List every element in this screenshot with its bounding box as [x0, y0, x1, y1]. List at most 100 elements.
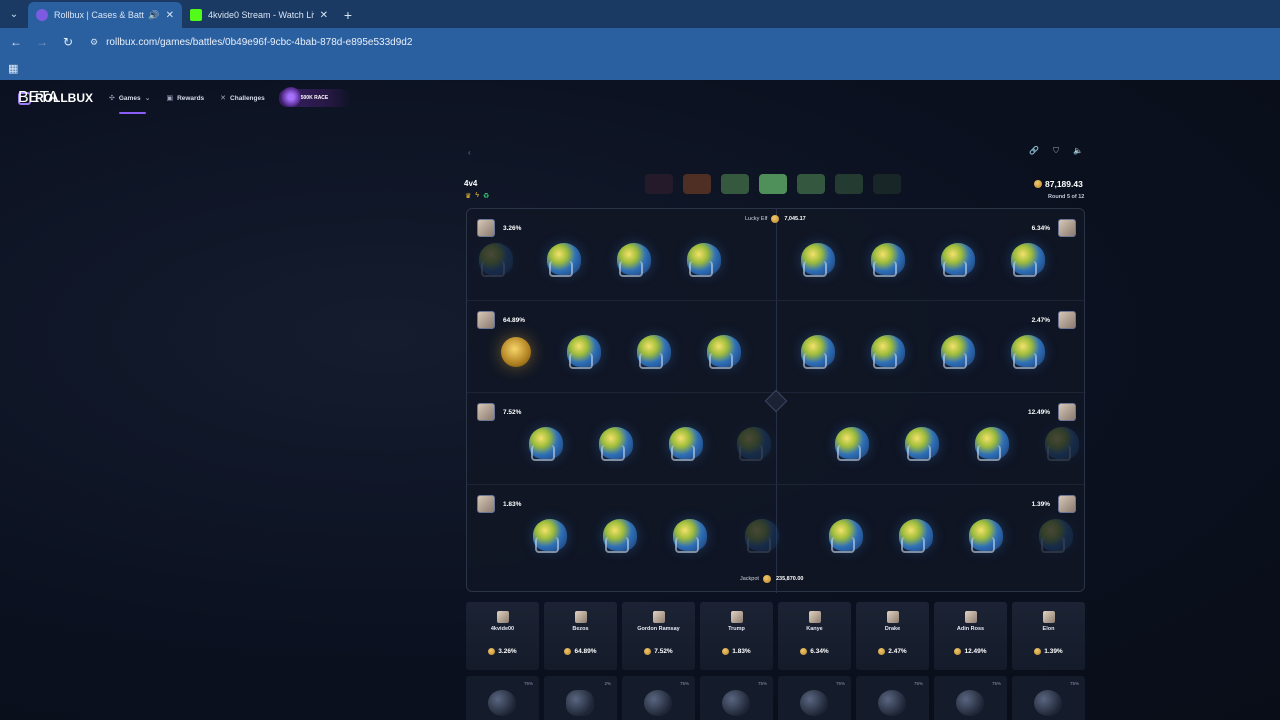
helmet-item-icon	[941, 243, 975, 277]
pct-value: 1.83%	[732, 648, 751, 655]
player-pct: 64.89%	[503, 316, 526, 324]
sound-icon[interactable]: 🔈	[1070, 146, 1086, 158]
nav-rewards[interactable]: ▣ Rewards	[166, 80, 204, 116]
nav-rewards-label: Rewards	[177, 94, 205, 102]
drop-odds: 2%	[604, 681, 611, 686]
player-card[interactable]: Drake 2.47%	[856, 602, 929, 670]
reload-icon[interactable]: ↻	[56, 30, 80, 54]
nav-challenges[interactable]: ✕ Challenges	[220, 80, 265, 116]
drop-card[interactable]: 75%	[934, 676, 1007, 720]
drop-card[interactable]: 75%	[856, 676, 929, 720]
helmet-item-icon	[871, 335, 905, 369]
drop-odds: 75%	[913, 681, 923, 686]
player-card[interactable]: 4kvide00 3.26%	[466, 602, 539, 670]
drop-card[interactable]: 75%	[466, 676, 539, 720]
race-banner[interactable]: 500K RACE	[278, 87, 351, 107]
back-chevron-icon[interactable]: ‹	[468, 148, 471, 157]
rollbux-page: ROLLBUX BETA ✣ Games ⌄ ▣ Rewards ✕ Chall…	[0, 80, 1280, 720]
nav-challenges-label: Challenges	[230, 94, 265, 102]
avatar[interactable]	[1058, 403, 1076, 421]
item-icon	[566, 690, 594, 716]
race-label: 500K RACE	[300, 95, 329, 101]
drop-cards: 75% 2% 75% 75% 75% 75% 75% 75%	[466, 676, 1085, 720]
pct-value: 7.52%	[654, 648, 673, 655]
helmet-item-icon	[533, 519, 567, 553]
avatar[interactable]	[1058, 311, 1076, 329]
site-info-icon[interactable]: ⚙	[90, 37, 98, 48]
avatar[interactable]	[477, 311, 495, 329]
speaker-icon[interactable]: 🔊	[148, 10, 159, 21]
forward-arrow-icon[interactable]: →	[30, 30, 54, 54]
player-name: Drake	[884, 626, 901, 632]
drop-card[interactable]: 75%	[778, 676, 851, 720]
player-cards: 4kvide00 3.26% Bezos 64.89% Gordon Ramsay 7…	[466, 602, 1085, 670]
avatar[interactable]	[477, 219, 495, 237]
close-tab-icon[interactable]: ✕	[320, 10, 328, 21]
player-card-pct: 6.34%	[800, 648, 829, 655]
player-card[interactable]: Elon 1.39%	[1012, 602, 1085, 670]
avatar	[574, 611, 587, 623]
player-left: 64.89%	[477, 311, 525, 329]
helmet-item-icon	[801, 243, 835, 277]
nav-games[interactable]: ✣ Games ⌄	[109, 80, 150, 116]
helmet-item-icon	[956, 690, 984, 716]
coin-icon	[1034, 648, 1042, 655]
helmet-item-icon	[801, 335, 835, 369]
helmet-item-icon	[878, 690, 906, 716]
helmet-item-icon	[1045, 427, 1079, 461]
helmet-item-icon	[547, 243, 581, 277]
pct-value: 1.39%	[1044, 648, 1063, 655]
apps-grid-icon[interactable]: ▦	[8, 62, 18, 75]
drop-card[interactable]: 75%	[622, 676, 695, 720]
jackpot-value: 235,870.00	[775, 576, 804, 582]
player-name: Trump	[728, 626, 745, 632]
helmet-item-icon	[599, 427, 633, 461]
helmet-item-icon	[745, 519, 779, 553]
shield-icon[interactable]: ⛉	[1048, 146, 1064, 158]
close-tab-icon[interactable]: ✕	[166, 10, 174, 21]
drop-card[interactable]: 75%	[700, 676, 773, 720]
helmet-item-icon	[829, 519, 863, 553]
tab-search-icon[interactable]: ⌄	[0, 0, 28, 28]
player-card[interactable]: Bezos 64.89%	[544, 602, 617, 670]
jackpot-label: Jackpot	[740, 576, 759, 582]
back-arrow-icon[interactable]: ←	[4, 30, 28, 54]
coin-icon	[762, 575, 771, 583]
drop-card[interactable]: 75%	[1012, 676, 1085, 720]
new-tab-button[interactable]: +	[336, 2, 360, 28]
battle-row: 64.89% 2.47%	[467, 301, 1086, 393]
drop-card[interactable]: 2%	[544, 676, 617, 720]
player-card[interactable]: Adin Ross 12.49%	[934, 602, 1007, 670]
avatar[interactable]	[1058, 219, 1076, 237]
player-right: 12.49%	[1028, 403, 1076, 421]
player-card[interactable]: Kanye 6.34%	[778, 602, 851, 670]
avatar[interactable]	[477, 403, 495, 421]
rollbux-favicon-icon	[36, 9, 48, 21]
drop-odds: 75%	[757, 681, 767, 686]
reel	[467, 427, 1086, 467]
tab-kick-stream[interactable]: 4kvide0 Stream - Watch Live on ✕	[182, 2, 336, 28]
avatar	[730, 611, 743, 623]
avatar[interactable]	[1058, 495, 1076, 513]
coin-icon	[1034, 180, 1042, 188]
url-field[interactable]: ⚙ rollbux.com/games/battles/0b49e96f-9cb…	[90, 37, 412, 48]
coin-icon	[644, 648, 652, 655]
player-pct: 12.49%	[1027, 408, 1050, 416]
tab-rollbux[interactable]: Rollbux | Cases & Battles | R 🔊 ✕	[28, 2, 182, 28]
player-right: 2.47%	[1032, 311, 1076, 329]
case-icon	[645, 174, 673, 194]
player-card-pct: 1.83%	[722, 648, 751, 655]
helmet-item-icon	[488, 690, 516, 716]
player-card[interactable]: Gordon Ramsay 7.52%	[622, 602, 695, 670]
jackpot: Jackpot 235,870.00	[740, 575, 804, 583]
player-card-pct: 12.49%	[954, 648, 987, 655]
avatar[interactable]	[477, 495, 495, 513]
helmet-item-icon	[800, 690, 828, 716]
player-card[interactable]: Trump 1.83%	[700, 602, 773, 670]
helmet-item-icon	[905, 427, 939, 461]
battle-row: 1.83% 1.39%	[467, 485, 1086, 577]
link-icon[interactable]: 🔗	[1026, 146, 1042, 158]
case-icon	[797, 174, 825, 194]
helmet-item-icon	[1011, 335, 1045, 369]
player-left: 7.52%	[477, 403, 521, 421]
